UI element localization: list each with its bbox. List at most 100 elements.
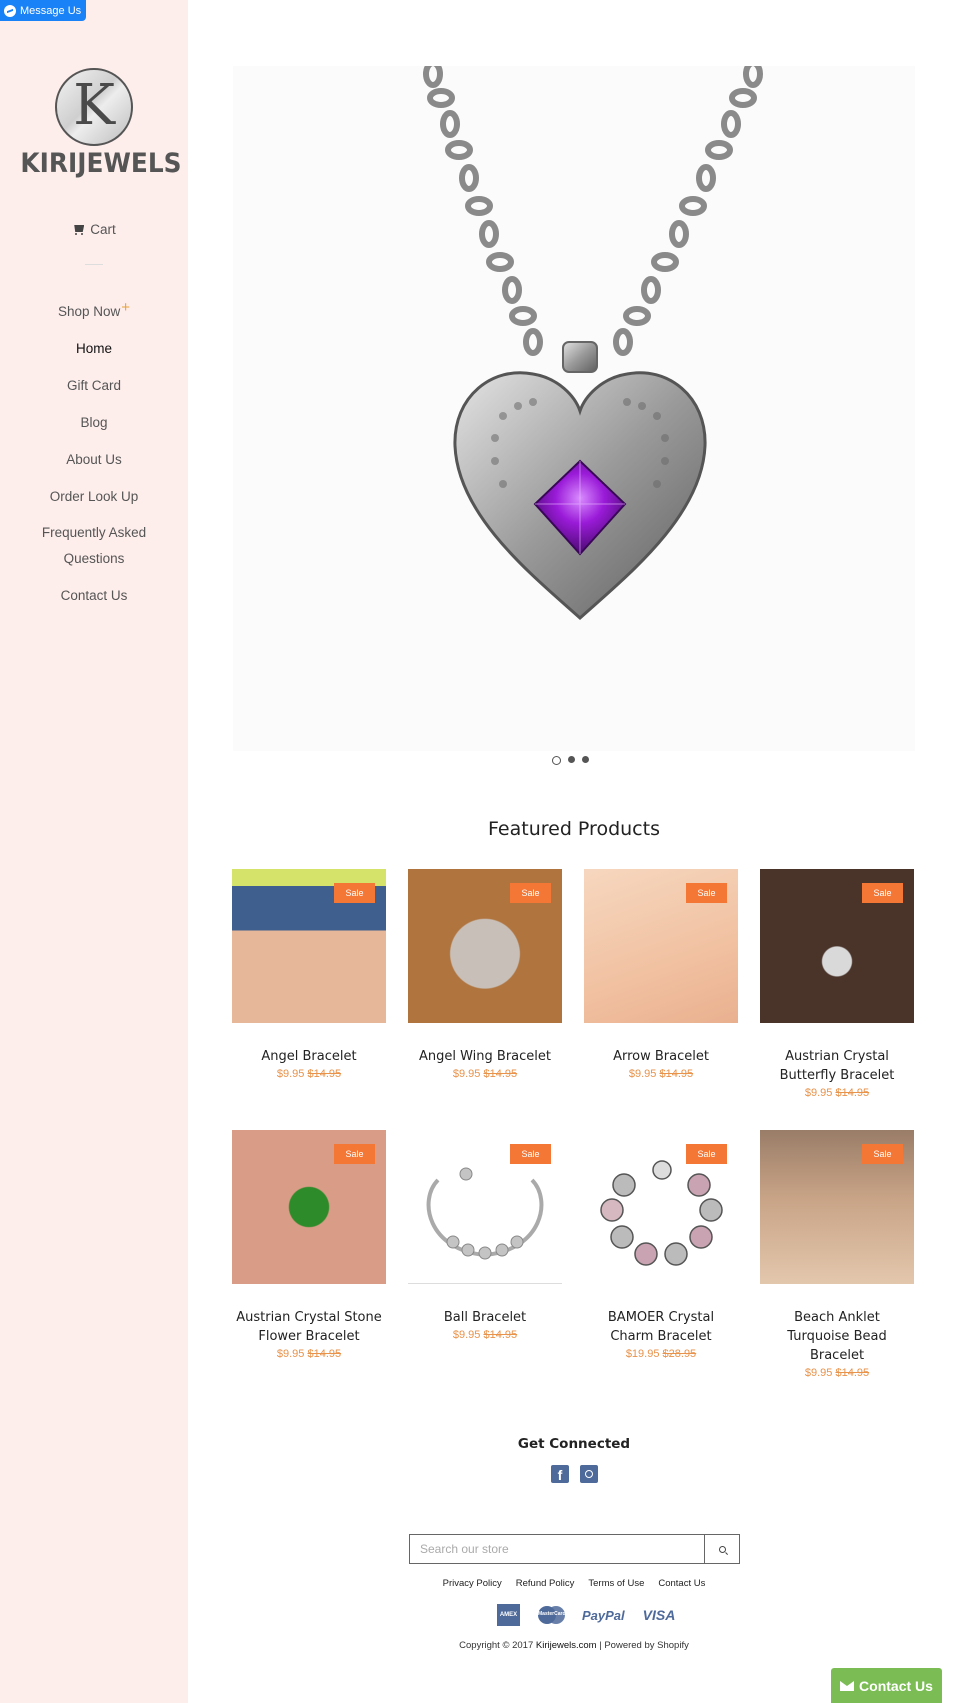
contact-us-widget-button[interactable]: Contact Us: [831, 1668, 942, 1703]
slide-dot-1[interactable]: [552, 756, 561, 765]
sale-price: $9.95: [804, 1087, 833, 1099]
sale-price: $9.95: [452, 1329, 481, 1341]
copyright-separator: |: [599, 1640, 602, 1651]
refund-policy-link[interactable]: Refund Policy: [516, 1578, 575, 1589]
slide-dot-3[interactable]: [582, 756, 589, 763]
hero-slide-image[interactable]: [233, 66, 915, 751]
logo-emblem: K: [55, 68, 133, 146]
product-image[interactable]: Sale: [408, 869, 562, 1023]
mastercard-label: MasterCard: [538, 1611, 566, 1617]
copyright: Copyright © 2017 Kirijewels.com | Powere…: [233, 1640, 915, 1651]
paypal-icon: PayPal: [582, 1607, 625, 1623]
product-image[interactable]: Sale: [760, 1130, 914, 1284]
messenger-icon: [4, 4, 16, 17]
social-links: f: [551, 1465, 598, 1483]
search-input[interactable]: Search our store: [410, 1535, 705, 1563]
sidebar-item-gift-card[interactable]: Gift Card: [0, 367, 188, 404]
privacy-policy-link[interactable]: Privacy Policy: [443, 1578, 502, 1589]
compare-price: $14.95: [307, 1068, 342, 1080]
product-card[interactable]: Sale Angel Bracelet $9.95 $14.95: [232, 869, 386, 1080]
product-image[interactable]: Sale: [408, 1130, 562, 1284]
compare-price: $14.95: [835, 1087, 870, 1099]
compare-price: $14.95: [659, 1068, 694, 1080]
product-card[interactable]: Sale Beach Anklet Turquoise Bead Bracele…: [760, 1130, 914, 1379]
product-price: $9.95 $14.95: [408, 1068, 562, 1080]
product-image[interactable]: Sale: [760, 869, 914, 1023]
product-card[interactable]: Sale Austrian Crystal Butterfly Bracelet…: [760, 869, 914, 1099]
visa-icon: VISA: [642, 1607, 676, 1623]
product-title[interactable]: Angel Wing Bracelet: [408, 1047, 562, 1066]
sidebar-item-order-look-up[interactable]: Order Look Up: [0, 478, 188, 515]
compare-price: $14.95: [483, 1068, 518, 1080]
product-image[interactable]: Sale: [584, 869, 738, 1023]
product-price: $9.95 $14.95: [760, 1367, 914, 1379]
sidebar-item-faq[interactable]: Frequently Asked Questions: [0, 515, 188, 577]
get-connected-title: Get Connected: [517, 1436, 631, 1452]
nav-divider: [85, 264, 103, 265]
sidebar-item-label: Shop Now: [57, 304, 121, 319]
product-title[interactable]: Beach Anklet Turquoise Bead Bracelet: [760, 1308, 914, 1365]
compare-price: $28.95: [662, 1348, 697, 1360]
sidebar-item-contact-us[interactable]: Contact Us: [0, 577, 188, 614]
product-title[interactable]: Angel Bracelet: [232, 1047, 386, 1066]
product-price: $9.95 $14.95: [584, 1068, 738, 1080]
contact-us-link[interactable]: Contact Us: [658, 1578, 705, 1589]
product-image[interactable]: Sale: [232, 1130, 386, 1284]
sale-badge: Sale: [862, 1144, 903, 1164]
sidebar-item-home[interactable]: Home: [0, 330, 188, 367]
powered-by-shopify-link[interactable]: Powered by Shopify: [604, 1640, 689, 1651]
product-image[interactable]: Sale: [232, 869, 386, 1023]
messenger-button[interactable]: Message Us: [0, 0, 87, 21]
product-title[interactable]: Ball Bracelet: [408, 1308, 562, 1327]
product-card[interactable]: Sale Ball Bracelet $9.95 $14.95: [408, 1130, 562, 1341]
product-title[interactable]: Arrow Bracelet: [584, 1047, 738, 1066]
cart-link[interactable]: Cart: [0, 213, 188, 247]
compare-price: $14.95: [483, 1329, 518, 1341]
heart-pendant-image: [423, 66, 763, 621]
sale-price: $9.95: [628, 1068, 657, 1080]
logo-letter: K: [73, 73, 115, 138]
featured-products-title: Featured Products: [488, 818, 660, 840]
sale-badge: Sale: [862, 883, 903, 903]
product-price: $9.95 $14.95: [760, 1087, 914, 1099]
product-card[interactable]: Sale Arrow Bracelet $9.95 $14.95: [584, 869, 738, 1080]
sale-badge: Sale: [510, 883, 551, 903]
sidebar-item-about-us[interactable]: About Us: [0, 441, 188, 478]
search-button[interactable]: [705, 1535, 739, 1563]
product-title[interactable]: BAMOER Crystal Charm Bracelet: [584, 1308, 738, 1346]
sale-badge: Sale: [510, 1144, 551, 1164]
cart-icon: [72, 225, 85, 235]
facebook-icon[interactable]: f: [551, 1465, 569, 1483]
contact-widget-label: Contact Us: [859, 1677, 933, 1694]
terms-of-use-link[interactable]: Terms of Use: [588, 1578, 644, 1589]
site-logo[interactable]: K KIRIJEWELS: [14, 68, 182, 179]
sidebar: Message Us K KIRIJEWELS Cart Shop Now+ H…: [0, 0, 188, 1703]
mastercard-icon: MasterCard: [538, 1606, 566, 1624]
product-title[interactable]: Austrian Crystal Stone Flower Bracelet: [232, 1308, 386, 1346]
slide-dot-2[interactable]: [568, 756, 575, 763]
copyright-text: Copyright © 2017: [459, 1640, 534, 1651]
site-home-link[interactable]: Kirijewels.com: [536, 1640, 597, 1651]
product-card[interactable]: Sale BAMOER Crystal Charm Bracelet $19.9…: [584, 1130, 738, 1360]
sidebar-item-shop-now[interactable]: Shop Now+: [0, 289, 188, 330]
sidebar-nav: Cart Shop Now+ Home Gift Card Blog About…: [0, 213, 188, 614]
sidebar-item-blog[interactable]: Blog: [0, 404, 188, 441]
sale-price: $9.95: [452, 1068, 481, 1080]
product-price: $9.95 $14.95: [408, 1329, 562, 1341]
payment-icons: AMEX MasterCard PayPal VISA: [497, 1604, 675, 1626]
footer-search: Search our store: [409, 1534, 740, 1564]
cart-label: Cart: [90, 222, 116, 237]
sale-badge: Sale: [334, 1144, 375, 1164]
product-image[interactable]: Sale: [584, 1130, 738, 1284]
instagram-icon[interactable]: [580, 1465, 598, 1483]
product-title[interactable]: Austrian Crystal Butterfly Bracelet: [760, 1047, 914, 1085]
compare-price: $14.95: [835, 1367, 870, 1379]
product-card[interactable]: Sale Angel Wing Bracelet $9.95 $14.95: [408, 869, 562, 1080]
slideshow-pagination: [552, 756, 589, 765]
sale-badge: Sale: [334, 883, 375, 903]
sale-price: $9.95: [804, 1367, 833, 1379]
product-card[interactable]: Sale Austrian Crystal Stone Flower Brace…: [232, 1130, 386, 1360]
product-price: $9.95 $14.95: [232, 1348, 386, 1360]
amex-icon: AMEX: [497, 1604, 520, 1626]
compare-price: $14.95: [307, 1348, 342, 1360]
